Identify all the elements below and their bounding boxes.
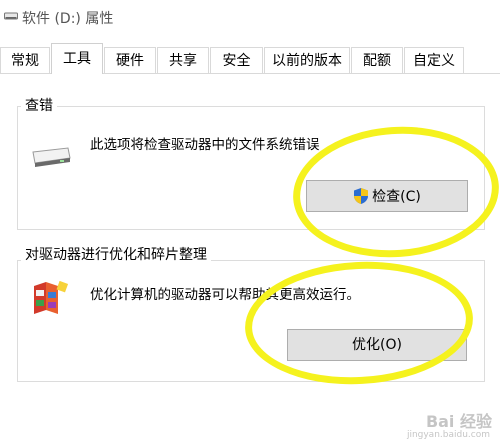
tab-tools[interactable]: 工具 — [51, 43, 103, 74]
error-check-group-title: 查错 — [21, 95, 57, 115]
defrag-icon — [34, 280, 69, 314]
optimize-group-title: 对驱动器进行优化和碎片整理 — [21, 244, 211, 264]
title-bar: 软件 (D:) 属性 — [0, 0, 500, 40]
watermark-url: jingyan.baidu.com — [406, 430, 490, 440]
drive-icon — [4, 12, 18, 20]
tab-previous-versions[interactable]: 以前的版本 — [264, 47, 350, 73]
tab-strip: 常规 工具 硬件 共享 安全 以前的版本 配额 自定义 — [0, 43, 500, 74]
watermark: Bai 经验 — [425, 412, 492, 431]
tab-hardware[interactable]: 硬件 — [104, 47, 156, 73]
error-check-description: 此选项将检查驱动器中的文件系统错误 — [90, 137, 320, 153]
hard-drive-icon — [32, 147, 71, 167]
tab-sharing[interactable]: 共享 — [157, 47, 209, 73]
tab-quota[interactable]: 配额 — [351, 47, 403, 73]
window-title: 软件 (D:) 属性 — [22, 11, 114, 27]
tab-security[interactable]: 安全 — [210, 47, 263, 73]
tab-general[interactable]: 常规 — [0, 47, 50, 73]
tab-customize[interactable]: 自定义 — [404, 47, 464, 73]
